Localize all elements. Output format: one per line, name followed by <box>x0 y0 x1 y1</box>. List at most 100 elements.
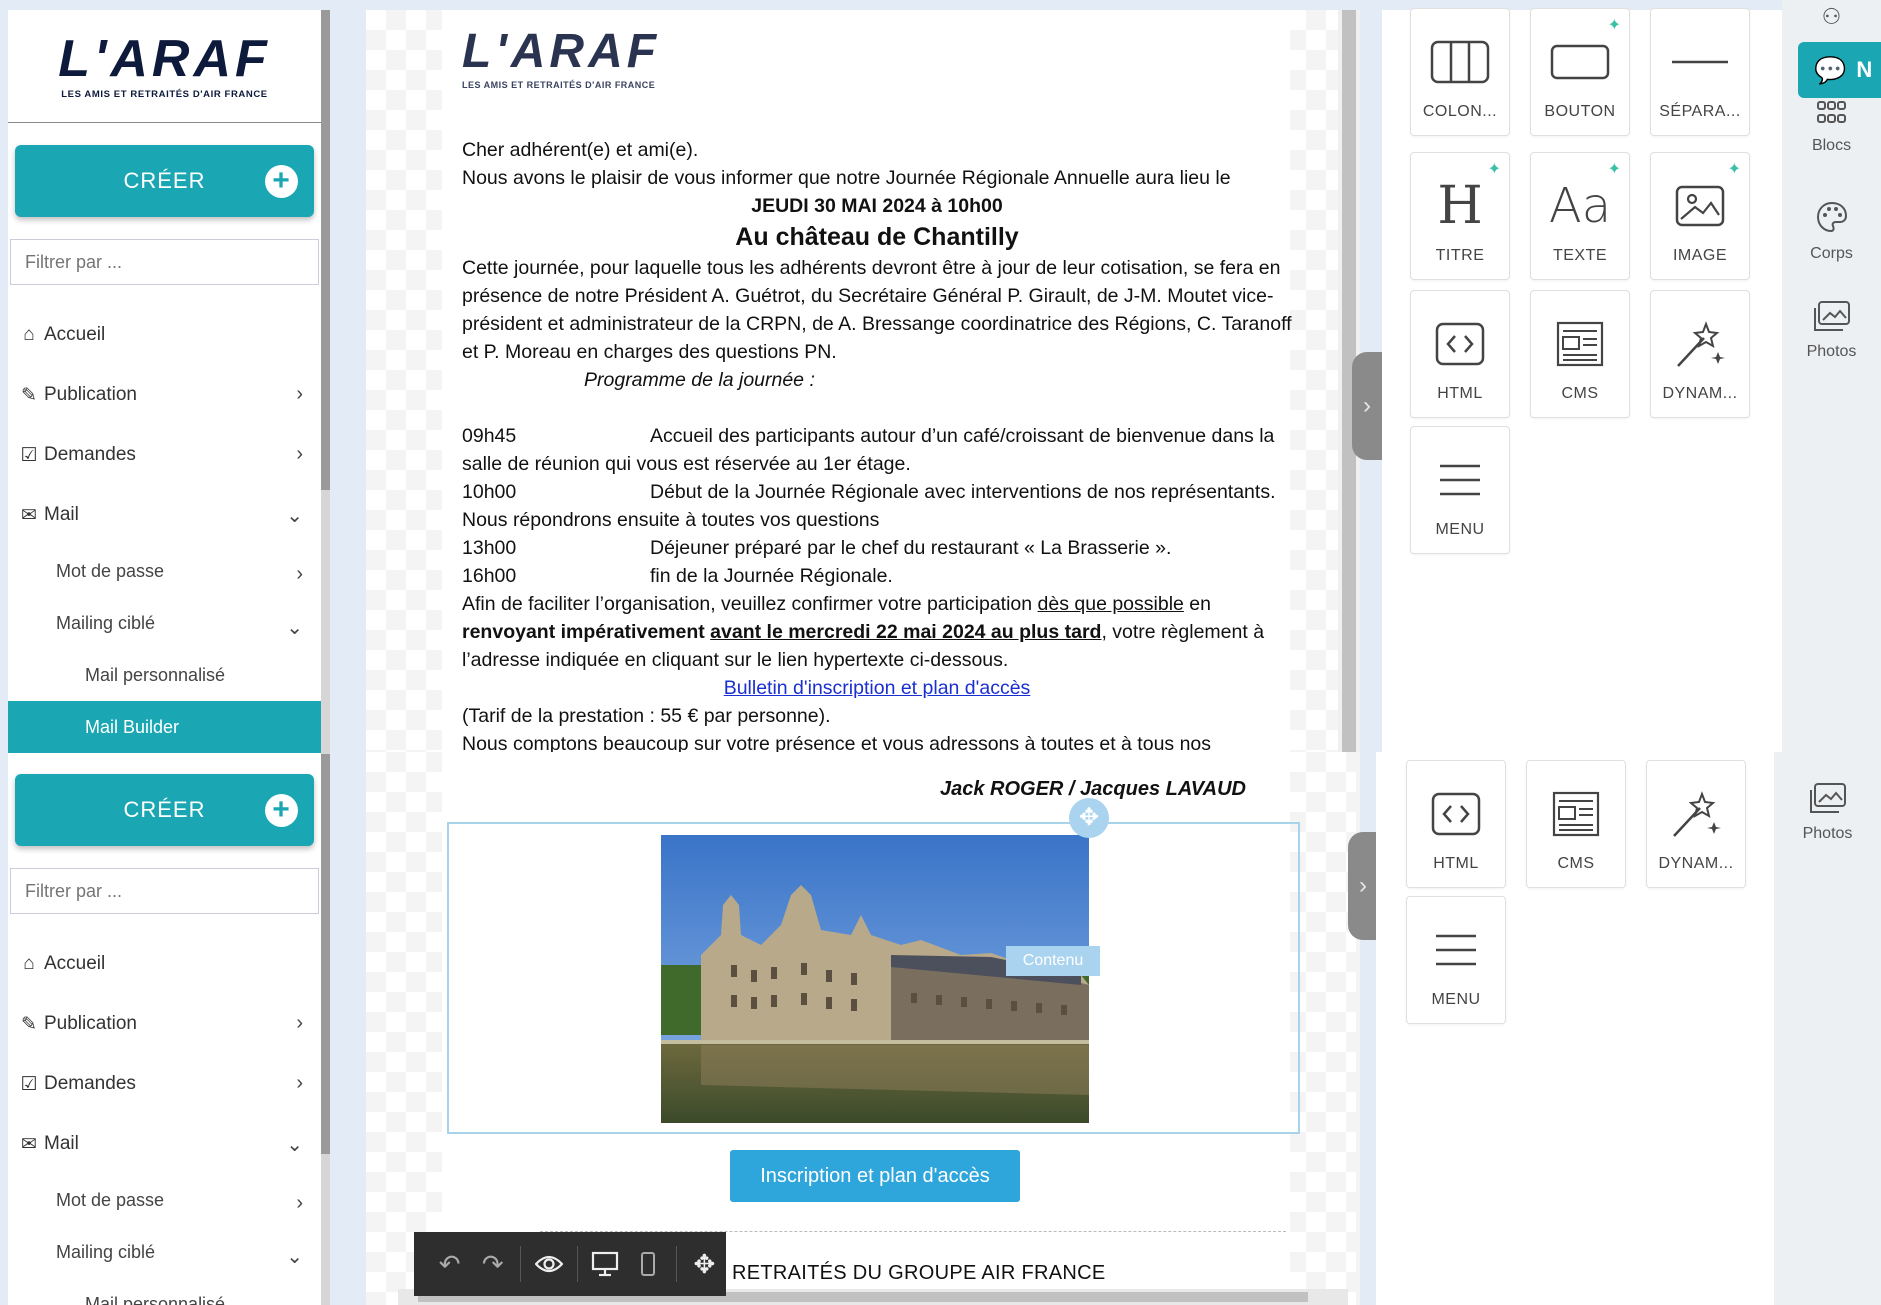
scrollbar-thumb[interactable] <box>321 754 330 1154</box>
programme-time: 10h00 <box>462 481 517 503</box>
content-tag[interactable]: Contenu <box>1006 946 1100 976</box>
sidebar-item-accueil[interactable]: ⌂ Accueil <box>8 305 321 365</box>
redo-icon[interactable]: ↷ <box>471 1242 514 1286</box>
block-menu[interactable]: MENU <box>1406 896 1506 1024</box>
block-title[interactable]: ✦ H TITRE <box>1410 152 1510 280</box>
desktop-view-icon[interactable] <box>583 1242 626 1286</box>
chat-nav-active[interactable]: 💬 N <box>1798 42 1881 98</box>
nav-photos[interactable]: Photos <box>1782 300 1881 361</box>
chevron-down-icon: ⌄ <box>286 617 303 639</box>
programme-text: Début de la Journée Régionale avec inter… <box>650 481 1276 503</box>
sidebar-item-publication[interactable]: ✎ Publication › <box>8 365 321 425</box>
block-label: COLON... <box>1422 103 1498 120</box>
confirmation-bold: renvoyant impérativement <box>462 621 711 643</box>
block-menu[interactable]: MENU <box>1410 426 1510 554</box>
chevron-right-icon: › <box>296 563 303 585</box>
block-text[interactable]: ✦ Aa TEXTE <box>1530 152 1630 280</box>
block-dynamic[interactable]: DYNAM... <box>1650 290 1750 418</box>
heading-icon: H <box>1437 176 1483 236</box>
layers-icon[interactable]: ⚇ <box>1782 4 1881 34</box>
closing-text: Nous comptons beaucoup sur votre présenc… <box>462 733 1212 752</box>
email-logo[interactable]: L'ARAF LES AMIS ET RETRAITÉS D'AIR FRANC… <box>462 28 660 91</box>
block-label: CMS <box>1557 855 1595 872</box>
sidebar-item-mail[interactable]: ✉ Mail ⌄ <box>8 1114 321 1174</box>
chevron-down-icon: ⌄ <box>286 1246 303 1268</box>
sidebar-item-label: Mail personnalisé <box>85 664 226 685</box>
block-cms[interactable]: CMS <box>1530 290 1630 418</box>
programme-title: Programme de la journée : <box>584 369 815 391</box>
scrollbar-thumb[interactable] <box>321 10 330 490</box>
sidebar-item-mail[interactable]: ✉ Mail ⌄ <box>8 485 321 545</box>
filter-input[interactable] <box>10 239 319 285</box>
chevron-right-icon: › <box>296 1192 303 1214</box>
nav-blocs[interactable]: Blocs <box>1782 100 1881 155</box>
ai-sparkle-icon: ✦ <box>1487 161 1501 178</box>
drag-move-icon[interactable]: ✥ <box>683 1242 726 1286</box>
ai-sparkle-icon: ✦ <box>1607 161 1621 178</box>
checkbox-icon: ☑ <box>20 444 38 466</box>
undo-icon[interactable]: ↶ <box>428 1242 471 1286</box>
block-button[interactable]: ✦ BOUTON <box>1530 8 1630 136</box>
nav-photos[interactable]: Photos <box>1774 782 1881 843</box>
inscription-button[interactable]: Inscription et plan d'accès <box>730 1150 1020 1202</box>
block-html[interactable]: HTML <box>1406 760 1506 888</box>
sidebar-item-mailing-cible[interactable]: Mailing ciblé ⌄ <box>8 1226 321 1278</box>
sidebar-item-mailing-cible[interactable]: Mailing ciblé ⌄ <box>8 597 321 649</box>
separator-icon <box>1670 35 1730 89</box>
block-separator[interactable]: SÉPARA... <box>1650 8 1750 136</box>
email-text-block[interactable]: Cher adhérent(e) et ami(e). Nous avons l… <box>462 136 1292 752</box>
left-sidebar: L'ARAF LES AMIS ET RETRAITÉS D'AIR FRANC… <box>8 10 330 798</box>
sidebar-item-label: Demandes <box>44 1073 136 1094</box>
tarif-text: (Tarif de la prestation : 55 € par perso… <box>462 705 831 727</box>
filter-input[interactable] <box>10 868 319 914</box>
confirmation-underlined: dès que possible <box>1037 593 1184 615</box>
sidebar-item-label: Mail personnalisé <box>85 1293 226 1305</box>
mobile-view-icon[interactable] <box>627 1242 670 1286</box>
envelope-icon: ✉ <box>21 1133 37 1155</box>
email-canvas: L'ARAF LES AMIS ET RETRAITÉS D'AIR FRANC… <box>366 10 1360 752</box>
create-button[interactable]: CRÉER + <box>15 145 314 217</box>
email-logo-sub: LES AMIS ET RETRAITÉS D'AIR FRANCE <box>462 80 656 90</box>
sidebar-item-label: Mail <box>44 1133 79 1154</box>
chateau-image[interactable] <box>661 835 1089 1123</box>
sidebar-item-mail-personnalise[interactable]: Mail personnalisé <box>8 1278 321 1305</box>
block-columns[interactable]: COLON... <box>1410 8 1510 136</box>
newspaper-icon <box>1551 787 1601 841</box>
programme-text: Accueil des participants autour d’un caf… <box>650 425 1275 447</box>
sidebar-scrollbar[interactable] <box>321 10 330 798</box>
sidebar-item-mot-de-passe[interactable]: Mot de passe › <box>8 1174 321 1226</box>
block-label: DYNAM... <box>1662 385 1738 402</box>
block-html[interactable]: HTML <box>1410 290 1510 418</box>
create-button[interactable]: CRÉER + <box>15 774 314 846</box>
sidebar-item-accueil[interactable]: ⌂ Accueil <box>8 934 321 994</box>
nav-label: Photos <box>1806 343 1857 360</box>
sidebar-item-demandes[interactable]: ☑ Demandes › <box>8 1054 321 1114</box>
nav-corps[interactable]: Corps <box>1782 200 1881 263</box>
sidebar-item-mail-builder[interactable]: Mail Builder <box>8 701 321 753</box>
hamburger-icon <box>1432 923 1480 977</box>
envelope-icon: ✉ <box>21 504 37 526</box>
programme-row: 10h00 Début de la Journée Régionale avec … <box>462 478 1292 506</box>
button-icon <box>1550 35 1610 89</box>
sidebar-item-demandes[interactable]: ☑ Demandes › <box>8 425 321 485</box>
nav-label: Photos <box>1802 825 1853 842</box>
sidebar-item-mail-personnalise[interactable]: Mail personnalisé <box>8 649 321 701</box>
araf-logo[interactable]: L'ARAF LES AMIS ET RETRAITÉS D'AIR FRANC… <box>58 33 271 100</box>
block-cms[interactable]: CMS <box>1526 760 1626 888</box>
home-icon: ⌂ <box>23 324 35 345</box>
sidebar-scrollbar[interactable] <box>321 754 330 1305</box>
block-dynamic[interactable]: DYNAM... <box>1646 760 1746 888</box>
sidebar-item-publication[interactable]: ✎ Publication › <box>8 994 321 1054</box>
collapse-panel-tab[interactable]: › <box>1348 832 1378 940</box>
block-label: HTML <box>1433 855 1479 872</box>
sidebar-item-mot-de-passe[interactable]: Mot de passe › <box>8 545 321 597</box>
move-handle-icon[interactable]: ✥ <box>1069 798 1109 838</box>
collapse-panel-tab[interactable]: › <box>1352 352 1382 460</box>
chevron-down-icon: ⌄ <box>286 505 303 527</box>
chat-icon: 💬 <box>1814 54 1847 85</box>
inscription-link[interactable]: Bulletin d'inscription et plan d'accès <box>724 677 1031 699</box>
block-image[interactable]: ✦ IMAGE <box>1650 152 1750 280</box>
programme-time: 09h45 <box>462 425 517 447</box>
preview-eye-icon[interactable] <box>527 1242 570 1286</box>
